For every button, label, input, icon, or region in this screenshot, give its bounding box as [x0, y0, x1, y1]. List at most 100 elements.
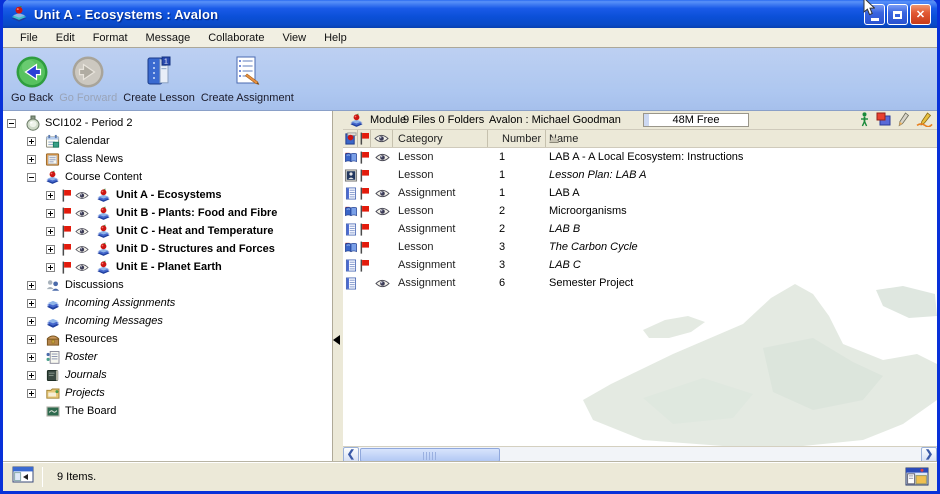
expand-box-icon[interactable]: [27, 389, 36, 398]
menu-message[interactable]: Message: [137, 30, 200, 46]
flag-icon: [358, 220, 371, 238]
collapse-box-icon[interactable]: [7, 119, 16, 128]
menu-format[interactable]: Format: [84, 30, 137, 46]
pencil-icon[interactable]: [898, 112, 910, 130]
tree-item[interactable]: Incoming Assignments: [3, 294, 332, 312]
tree-item[interactable]: Incoming Messages: [3, 312, 332, 330]
expand-box-icon[interactable]: [27, 155, 36, 164]
create-assignment-button[interactable]: Create Assignment: [199, 52, 296, 105]
tree-item[interactable]: Resources: [3, 330, 332, 348]
tree-item-label: Unit D - Structures and Forces: [116, 243, 275, 255]
calendar-icon: [44, 133, 61, 149]
eye-icon: [75, 263, 89, 272]
file-row[interactable]: Lesson1LAB A - A Local Ecosystem: Instru…: [343, 148, 937, 166]
column-name[interactable]: Name: [546, 130, 937, 147]
tree-item-label: Unit E - Planet Earth: [116, 261, 222, 273]
scrollbar-thumb[interactable]: [360, 448, 500, 462]
column-eye-icon[interactable]: [371, 130, 393, 147]
go-back-button[interactable]: Go Back: [9, 52, 55, 105]
tree-item[interactable]: Unit A - Ecosystems: [3, 186, 332, 204]
file-row[interactable]: Lesson3The Carbon Cycle: [343, 238, 937, 256]
collapse-box-icon[interactable]: [27, 173, 36, 182]
create-lesson-button[interactable]: 1 Create Lesson: [121, 52, 197, 105]
signature-pencil-icon[interactable]: [916, 112, 933, 130]
expand-box-icon[interactable]: [27, 137, 36, 146]
file-row[interactable]: Assignment1LAB A: [343, 184, 937, 202]
column-number[interactable]: Number: [488, 130, 546, 147]
tree-item[interactable]: Roster: [3, 348, 332, 366]
flag-icon: [358, 184, 371, 202]
menu-file[interactable]: File: [11, 30, 47, 46]
maximize-button[interactable]: [887, 4, 908, 25]
tree-item[interactable]: Journals: [3, 366, 332, 384]
menu-edit[interactable]: Edit: [47, 30, 84, 46]
tree-item[interactable]: SCI102 - Period 2: [3, 114, 332, 132]
flag-icon: [59, 243, 73, 256]
file-row[interactable]: Lesson2Microorganisms: [343, 202, 937, 220]
module-icon: [348, 113, 366, 128]
scroll-left-icon[interactable]: ❮: [343, 447, 359, 463]
file-row[interactable]: Assignment2LAB B: [343, 220, 937, 238]
file-row[interactable]: Lesson1Lesson Plan: LAB A: [343, 166, 937, 184]
tree-item-label: Course Content: [65, 171, 142, 183]
expand-box-icon[interactable]: [46, 245, 55, 254]
row-category: Assignment: [393, 274, 488, 292]
expand-box-icon[interactable]: [27, 299, 36, 308]
eye-icon: [371, 202, 393, 220]
flag-icon: [59, 189, 73, 202]
tree-item[interactable]: Unit D - Structures and Forces: [3, 240, 332, 258]
jar-icon: [24, 115, 41, 131]
menu-view[interactable]: View: [273, 30, 315, 46]
file-row[interactable]: Assignment3LAB C: [343, 256, 937, 274]
pane-splitter[interactable]: [333, 111, 343, 462]
column-category[interactable]: Category: [393, 130, 488, 147]
expand-box-icon[interactable]: [46, 191, 55, 200]
file-list: Lesson1LAB A - A Local Ecosystem: Instru…: [343, 148, 937, 446]
expand-box-icon[interactable]: [46, 209, 55, 218]
tree-item[interactable]: Course Content: [3, 168, 332, 186]
tree-item[interactable]: Unit C - Heat and Temperature: [3, 222, 332, 240]
tree-item[interactable]: Class News: [3, 150, 332, 168]
course-tree: SCI102 - Period 2Calendar Class News Cours…: [3, 111, 333, 462]
layers-icon[interactable]: [875, 112, 892, 130]
menu-collaborate[interactable]: Collaborate: [199, 30, 273, 46]
horizontal-scrollbar[interactable]: ❮ ❯: [343, 446, 937, 462]
title-bar[interactable]: Unit A - Ecosystems : Avalon ✕: [3, 0, 937, 28]
tree-item-label: Incoming Assignments: [65, 297, 175, 309]
expand-box-icon[interactable]: [27, 371, 36, 380]
panel-toggle-icon[interactable]: [12, 466, 34, 487]
tree-item[interactable]: Unit E - Planet Earth: [3, 258, 332, 276]
notebook-icon: [343, 220, 358, 238]
person-icon[interactable]: [860, 112, 869, 130]
column-item-icon[interactable]: [343, 130, 358, 147]
board-icon: [44, 403, 61, 419]
expand-box-icon[interactable]: [27, 335, 36, 344]
flag-icon: [59, 261, 73, 274]
column-flag-icon[interactable]: [358, 130, 371, 147]
apple-books-icon: [44, 169, 61, 185]
expand-box-icon[interactable]: [27, 281, 36, 290]
book-open-icon: [343, 148, 358, 166]
file-row[interactable]: Assignment6Semester Project: [343, 274, 937, 292]
expand-box-icon[interactable]: [27, 317, 36, 326]
row-number: 6: [488, 274, 546, 292]
menu-help[interactable]: Help: [315, 30, 356, 46]
tree-item[interactable]: Discussions: [3, 276, 332, 294]
tree-item[interactable]: Calendar: [3, 132, 332, 150]
close-button[interactable]: ✕: [910, 4, 931, 25]
row-category: Lesson: [393, 238, 488, 256]
collapse-tree-arrow-icon[interactable]: [333, 335, 340, 345]
expand-box-icon[interactable]: [46, 227, 55, 236]
form-window-icon[interactable]: [905, 467, 929, 489]
scroll-right-icon[interactable]: ❯: [921, 447, 937, 463]
tree-item-label: Class News: [65, 153, 123, 165]
apple-books-icon: [95, 259, 112, 275]
tree-item[interactable]: The Board: [3, 402, 332, 420]
files-count: 9 Files 0 Folders: [403, 114, 484, 126]
module-type-label: Module: [370, 114, 406, 126]
tree-item[interactable]: Unit B - Plants: Food and Fibre: [3, 204, 332, 222]
tree-item[interactable]: Projects: [3, 384, 332, 402]
expand-box-icon[interactable]: [27, 353, 36, 362]
row-category: Lesson: [393, 202, 488, 220]
expand-box-icon[interactable]: [46, 263, 55, 272]
